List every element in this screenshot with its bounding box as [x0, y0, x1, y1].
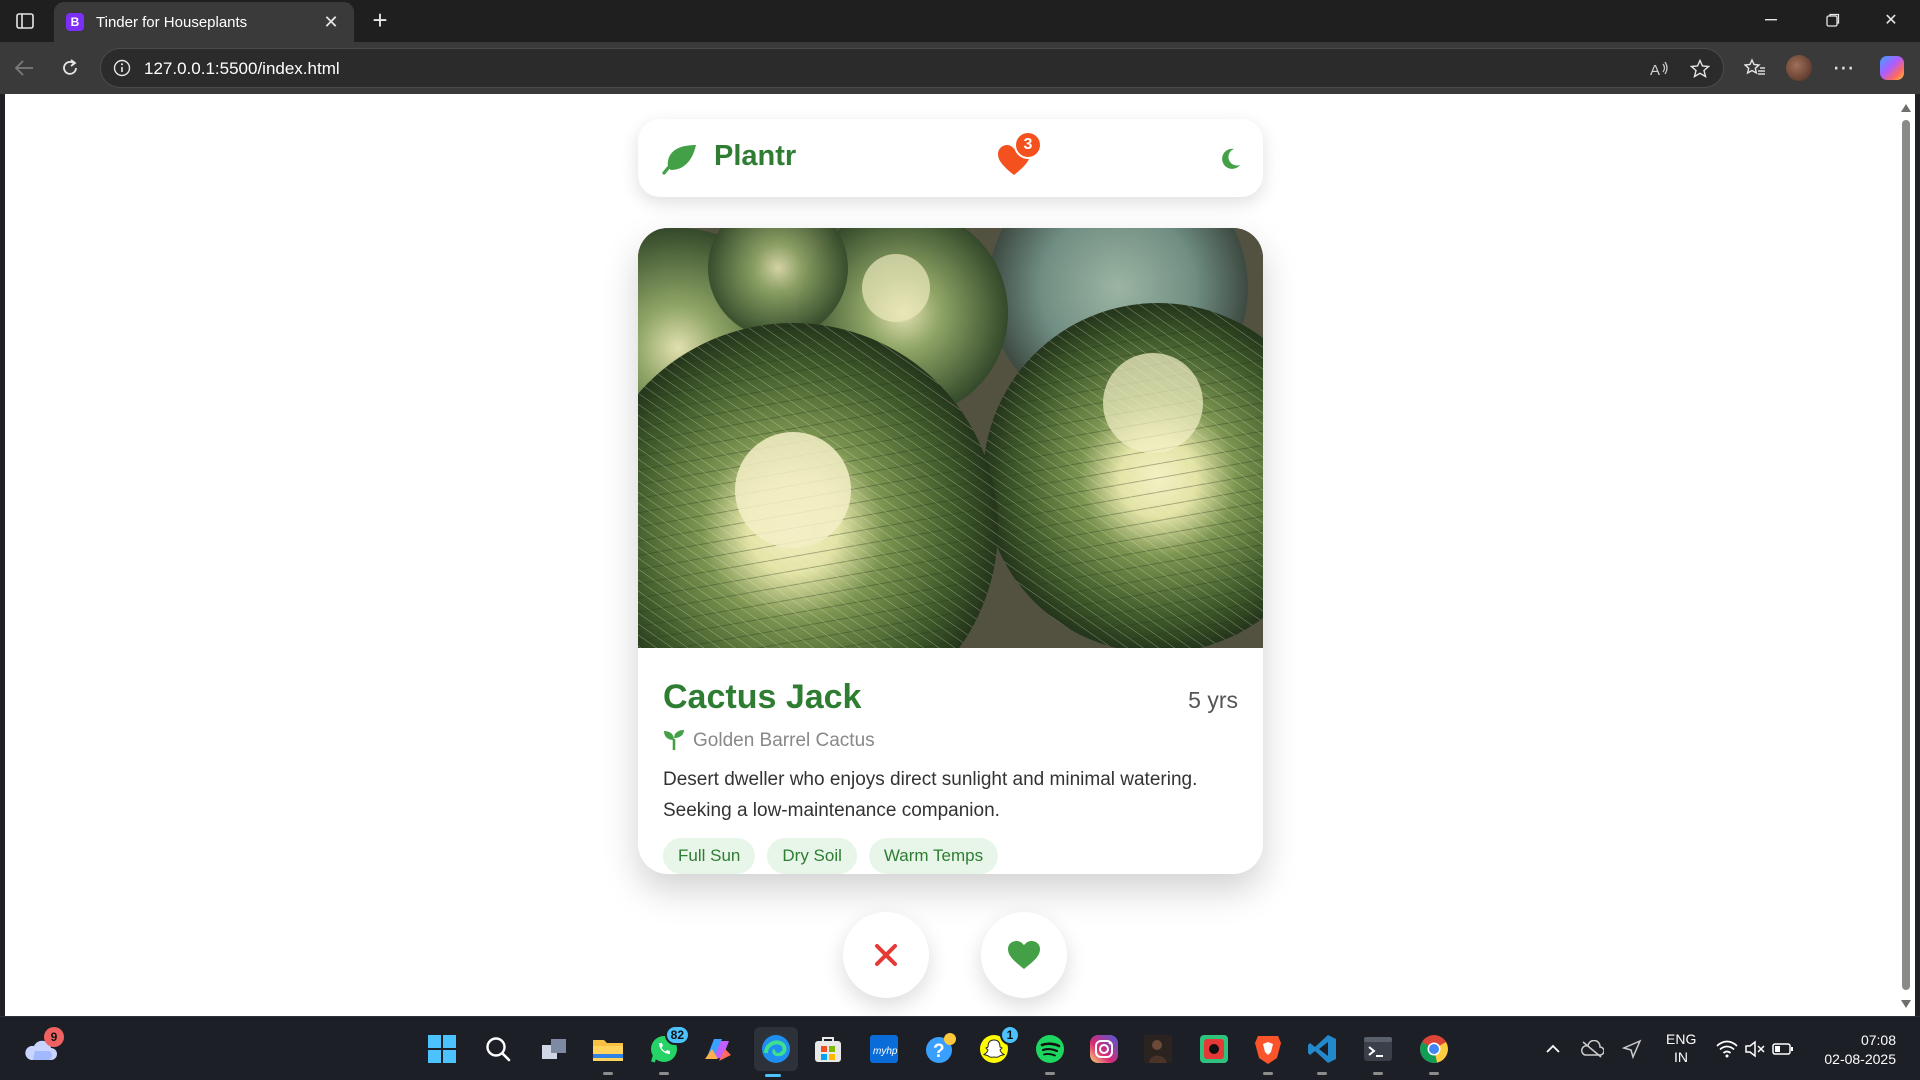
chrome-icon[interactable] — [1416, 1031, 1452, 1075]
app-logo-text: Plantr — [714, 140, 797, 172]
language-code: ENG — [1666, 1031, 1697, 1047]
favorite-star-icon[interactable] — [1689, 58, 1711, 80]
location-arrow-icon[interactable] — [1620, 1037, 1644, 1061]
volume-muted-icon[interactable] — [1743, 1037, 1767, 1061]
copilot-icon[interactable] — [1880, 56, 1904, 80]
browser-toolbar: 127.0.0.1:5500/index.html A ⋯ — [0, 42, 1920, 94]
minimize-icon[interactable] — [1756, 8, 1786, 32]
wifi-icon[interactable] — [1715, 1037, 1739, 1061]
weather-alert-badge: 9 — [44, 1027, 64, 1047]
plant-tags: Full Sun Dry Soil Warm Temps — [663, 838, 999, 874]
chevron-up-icon[interactable] — [1541, 1037, 1565, 1061]
plant-photo — [638, 228, 1263, 648]
tab-title: Tinder for Houseplants — [96, 13, 248, 31]
whatsapp-icon[interactable]: 82 — [646, 1025, 690, 1075]
url-text: 127.0.0.1:5500/index.html — [144, 59, 340, 78]
close-x-icon — [875, 944, 897, 966]
page-viewport: Plantr 3 Cactus Jack 5 yrs Golden Barrel… — [5, 94, 1897, 1016]
address-bar[interactable]: 127.0.0.1:5500/index.html A — [100, 48, 1724, 88]
svg-text:A: A — [1650, 62, 1660, 78]
game-app-icon[interactable] — [1140, 1031, 1176, 1067]
snapchat-icon[interactable]: 1 — [976, 1025, 1020, 1067]
leaf-icon — [662, 145, 696, 175]
svg-text:myhp: myhp — [873, 1046, 898, 1057]
like-button[interactable] — [981, 912, 1067, 998]
more-options-icon[interactable]: ⋯ — [1830, 54, 1858, 82]
plant-species: Golden Barrel Cactus — [693, 730, 875, 751]
controller-app-icon[interactable] — [1196, 1031, 1232, 1067]
read-aloud-icon[interactable]: A — [1649, 58, 1671, 80]
language-indicator[interactable]: ENG IN — [1666, 1031, 1696, 1065]
windows-taskbar: 9 82 myhp ? 1 ENG IN 07:08 02-08-2025 — [0, 1016, 1920, 1080]
app-header: Plantr 3 — [638, 119, 1263, 197]
reject-button[interactable] — [843, 912, 929, 998]
browser-tab[interactable]: B Tinder for Houseplants ✕ — [54, 2, 354, 42]
dark-mode-moon-icon[interactable] — [1218, 147, 1242, 171]
scroll-thumb[interactable] — [1902, 120, 1910, 990]
restore-icon[interactable] — [1818, 8, 1848, 32]
heart-icon — [1008, 941, 1040, 969]
brave-browser-icon[interactable] — [1250, 1031, 1286, 1075]
plant-age: 5 yrs — [1188, 687, 1238, 713]
scroll-up-icon[interactable] — [1901, 104, 1911, 112]
browser-tabbar: B Tinder for Houseplants ✕ + ✕ — [0, 0, 1920, 42]
scroll-down-icon[interactable] — [1901, 1000, 1911, 1008]
clock-date: 02-08-2025 — [1824, 1051, 1896, 1067]
window-frame — [1915, 94, 1920, 1016]
page-scrollbar[interactable] — [1897, 94, 1915, 1016]
matches-count-badge: 3 — [1014, 131, 1042, 159]
copilot-app-icon[interactable] — [700, 1031, 736, 1067]
favorites-icon[interactable] — [1741, 54, 1769, 82]
start-windows-icon[interactable] — [424, 1031, 460, 1067]
clock[interactable]: 07:08 02-08-2025 — [1818, 1032, 1896, 1067]
myhp-icon[interactable]: myhp — [866, 1031, 902, 1067]
close-window-icon[interactable]: ✕ — [1876, 8, 1906, 32]
weather-widget-icon[interactable]: 9 — [22, 1027, 64, 1067]
onedrive-offline-icon[interactable] — [1580, 1037, 1604, 1061]
plant-name: Cactus Jack — [663, 678, 862, 716]
tag-chip: Full Sun — [663, 838, 756, 874]
sidebar-toggle-icon[interactable] — [14, 10, 36, 32]
file-explorer-icon[interactable] — [590, 1031, 626, 1075]
tag-chip: Dry Soil — [767, 838, 857, 874]
search-icon[interactable] — [480, 1031, 516, 1067]
clock-time: 07:08 — [1860, 1032, 1896, 1048]
tag-chip: Warm Temps — [868, 838, 999, 874]
microsoft-store-icon[interactable] — [810, 1031, 846, 1067]
task-view-icon[interactable] — [536, 1031, 572, 1067]
site-info-icon[interactable] — [113, 59, 131, 77]
back-icon[interactable] — [10, 54, 38, 82]
edge-browser-icon[interactable] — [754, 1027, 798, 1077]
instagram-icon[interactable] — [1086, 1031, 1122, 1067]
tab-close-icon[interactable]: ✕ — [320, 12, 342, 33]
reload-icon[interactable] — [56, 54, 84, 82]
plant-bio: Desert dweller who enjoys direct sunligh… — [663, 769, 1198, 821]
profile-avatar[interactable] — [1786, 55, 1812, 81]
svg-text:?: ? — [933, 1041, 945, 1062]
snapchat-unread-badge: 1 — [1000, 1025, 1020, 1045]
vscode-icon[interactable] — [1304, 1031, 1340, 1075]
spotify-icon[interactable] — [1032, 1031, 1068, 1075]
region-code: IN — [1674, 1049, 1688, 1065]
terminal-icon[interactable] — [1360, 1031, 1396, 1075]
whatsapp-unread-badge: 82 — [664, 1025, 690, 1045]
battery-icon[interactable] — [1771, 1037, 1795, 1061]
plant-profile-card[interactable]: Cactus Jack 5 yrs Golden Barrel Cactus D… — [638, 228, 1263, 874]
tab-favicon-icon: B — [66, 13, 84, 31]
new-tab-icon[interactable]: + — [366, 6, 394, 34]
seedling-icon — [664, 730, 684, 750]
get-help-icon[interactable]: ? — [922, 1031, 958, 1067]
